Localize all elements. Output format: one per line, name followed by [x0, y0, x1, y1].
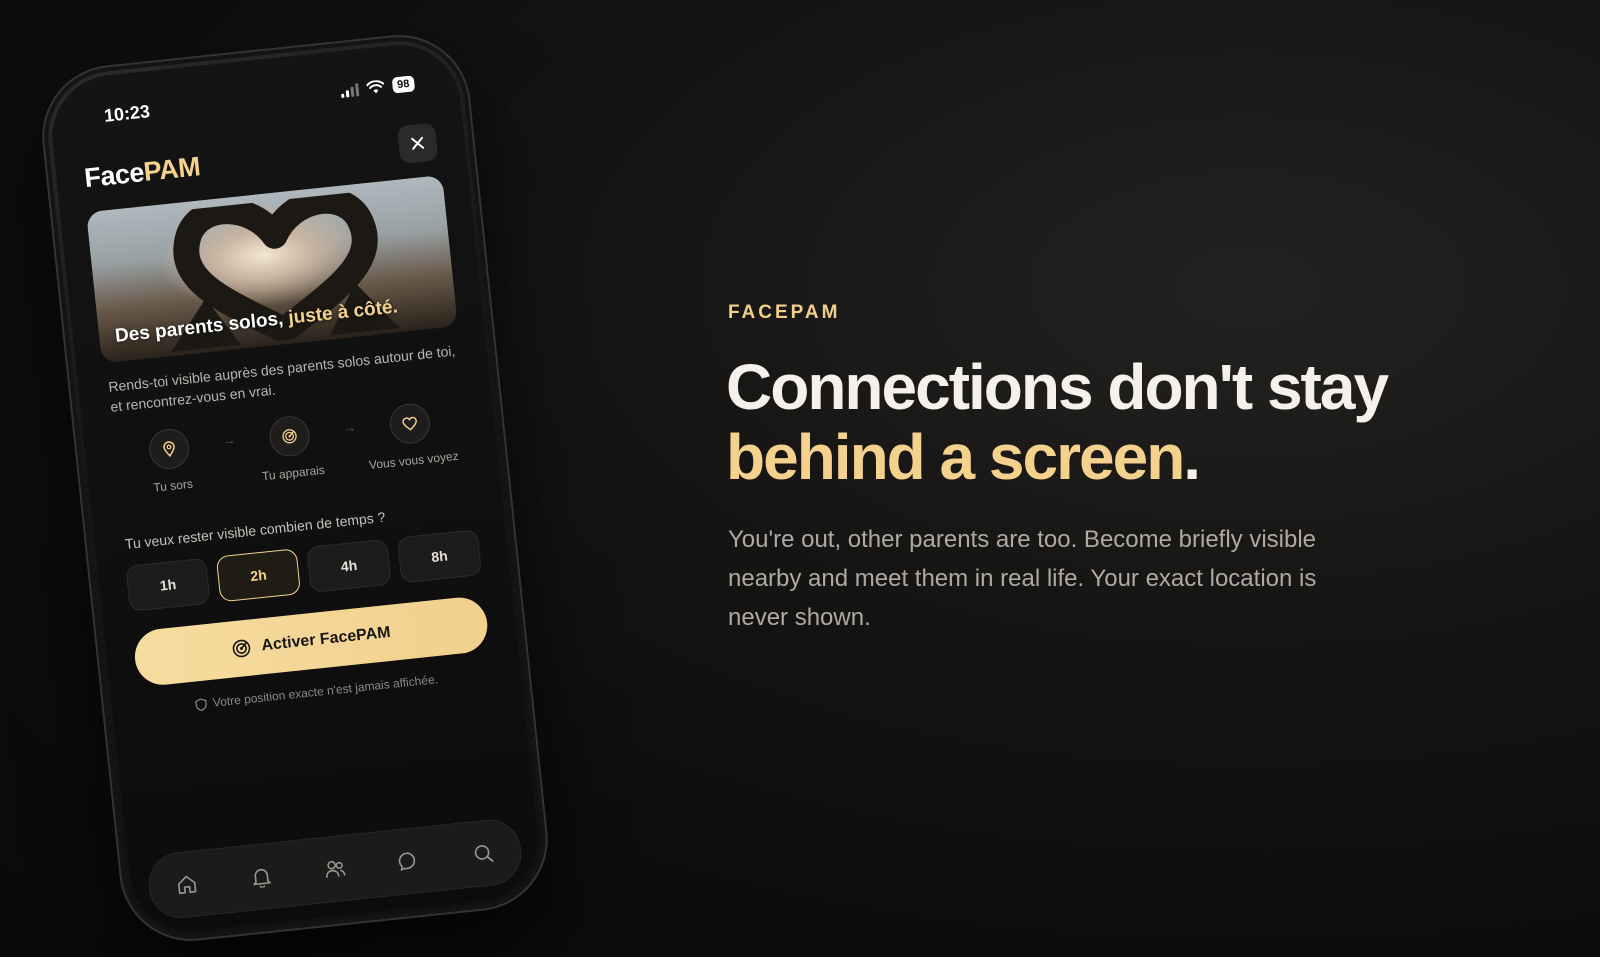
step-label: Tu apparais: [261, 462, 326, 484]
step-label: Vous vous voyez: [368, 448, 460, 473]
activate-label: Activer FacePAM: [260, 623, 392, 655]
bottom-tab-bar: [145, 816, 525, 922]
shield-icon: [194, 697, 207, 711]
duration-4h-button[interactable]: 4h: [306, 538, 392, 593]
signal-icon: [340, 82, 360, 99]
heart-icon: [402, 416, 417, 431]
headline-line2-text: behind a screen: [726, 421, 1185, 493]
headline: Connections don't stay behind a screen.: [726, 352, 1526, 492]
location-pin-icon: [163, 441, 175, 458]
tab-search[interactable]: [461, 831, 505, 875]
logo-part-pam: PAM: [142, 150, 202, 187]
status-time: 10:23: [102, 100, 151, 126]
headline-period: .: [1183, 421, 1201, 493]
phone-screen: 10:23 98 FacePAM Des parents solos, just…: [46, 38, 544, 938]
logo-part-face: Face: [82, 156, 146, 193]
headline-line2: behind a screen.: [726, 422, 1526, 492]
privacy-text: Votre position exacte n'est jamais affic…: [212, 672, 439, 710]
step-label: Tu sors: [152, 476, 194, 495]
battery-indicator: 98: [391, 75, 416, 94]
chat-icon: [399, 852, 416, 871]
steps-row: Tu sors → Tu apparais → Vous vous voyez: [113, 398, 469, 514]
step-tu-apparais: Tu apparais: [234, 411, 348, 486]
radar-icon: [282, 429, 297, 444]
users-icon: [326, 860, 346, 878]
home-icon: [178, 875, 197, 895]
tab-notifications[interactable]: [239, 855, 283, 899]
close-button[interactable]: [396, 122, 439, 165]
facepam-logo: FacePAM: [83, 151, 202, 194]
tab-home[interactable]: [165, 862, 209, 906]
body-copy: You're out, other parents are too. Becom…: [728, 526, 1317, 631]
close-icon: [411, 136, 425, 150]
radar-icon: [232, 639, 251, 658]
eyebrow-label: FACEPAM: [728, 302, 841, 323]
step-vous-vous-voyez: Vous vous voyez: [354, 398, 468, 473]
search-icon: [474, 845, 494, 862]
duration-8h-button[interactable]: 8h: [396, 529, 483, 584]
step-tu-sors: Tu sors: [113, 423, 227, 498]
wifi-icon: [366, 80, 384, 94]
phone-mockup: 10:23 98 FacePAM Des parents solos, just…: [35, 27, 555, 949]
duration-1h-button[interactable]: 1h: [125, 557, 211, 612]
headline-line1: Connections don't stay: [726, 351, 1389, 423]
bell-icon: [252, 868, 271, 889]
tab-contacts[interactable]: [313, 847, 357, 891]
duration-2h-button[interactable]: 2h: [215, 548, 302, 603]
hero-image: Des parents solos, juste à côté.: [86, 174, 458, 364]
tab-messages[interactable]: [387, 839, 431, 883]
status-icons: 98: [340, 75, 416, 99]
